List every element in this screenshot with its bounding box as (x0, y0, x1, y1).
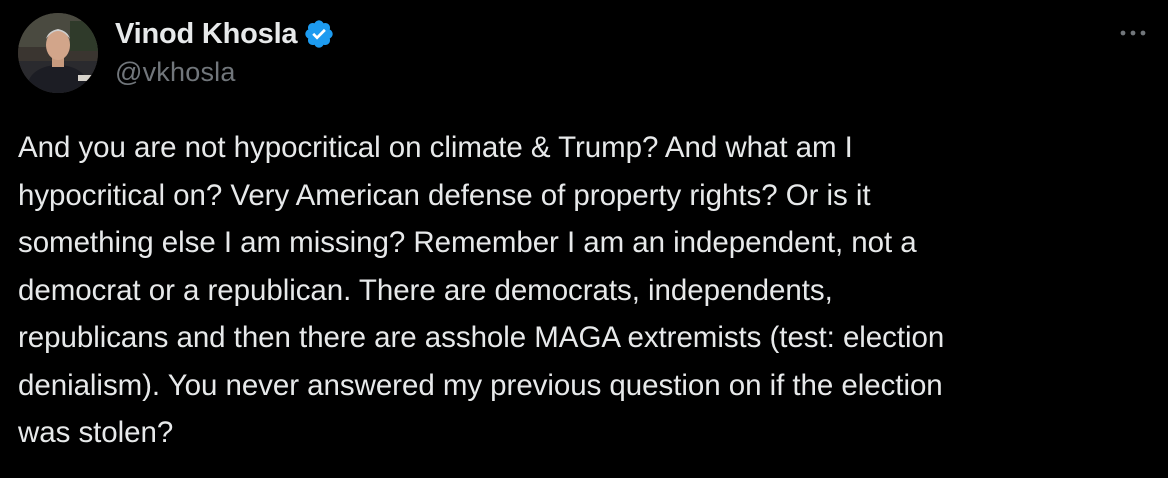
avatar-photo (18, 13, 98, 93)
verified-badge-icon[interactable] (303, 18, 335, 50)
tweet-text: And you are not hypocritical on climate … (18, 131, 945, 449)
author-handle[interactable]: @vkhosla (115, 57, 335, 88)
display-name[interactable]: Vinod Khosla (115, 18, 298, 51)
more-options-icon[interactable] (1116, 23, 1150, 43)
author-info: Vinod Khosla @vkhosla (115, 15, 335, 88)
avatar[interactable] (18, 13, 98, 93)
tweet-header: Vinod Khosla @vkhosla (18, 13, 1150, 93)
